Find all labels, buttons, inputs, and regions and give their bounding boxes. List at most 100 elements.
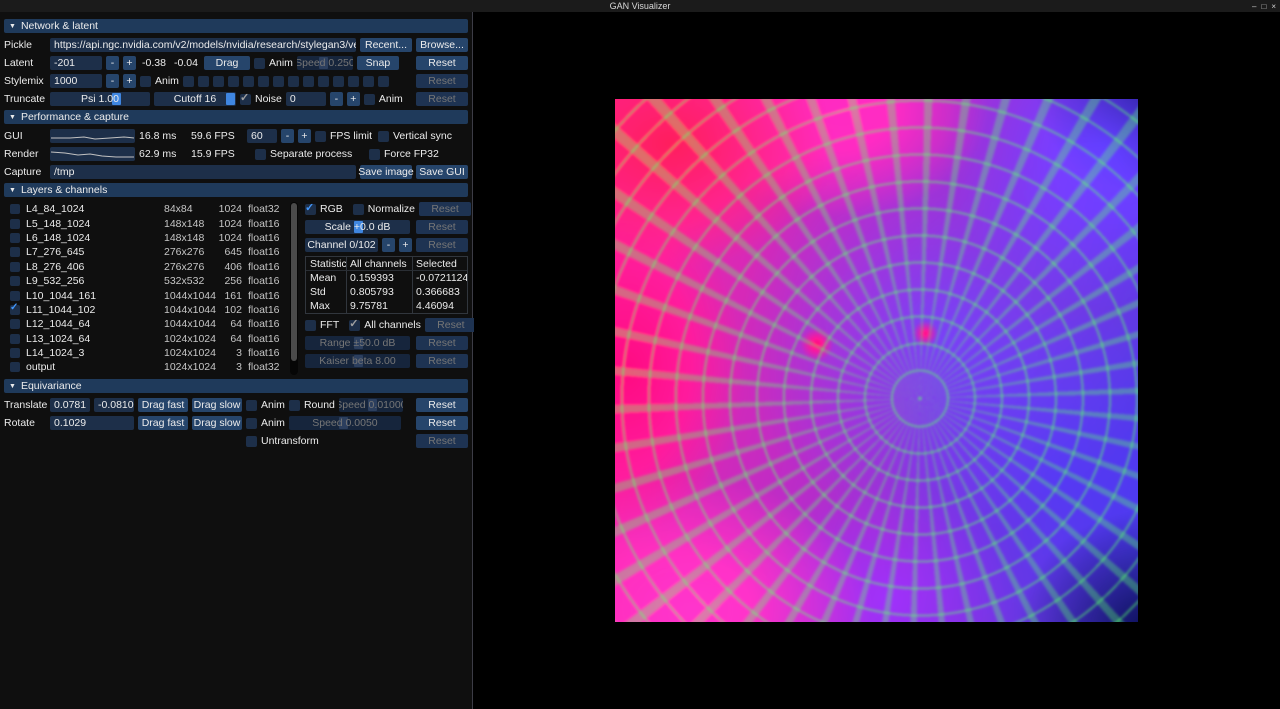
layer-checkbox[interactable] (10, 276, 20, 287)
latent-snap-button[interactable]: Snap (356, 56, 399, 70)
translate-round-checkbox[interactable] (288, 399, 300, 411)
noise-input[interactable]: 0 (285, 92, 326, 106)
latent-plus-button[interactable]: + (123, 56, 136, 70)
noise-plus-button[interactable]: + (346, 92, 360, 106)
layer-row[interactable]: L9_532_256 532x532 256 float16 (4, 274, 288, 288)
layer-checkbox[interactable] (10, 333, 20, 344)
capture-path-input[interactable]: /tmp (50, 165, 356, 179)
section-header-network-latent[interactable]: ▼ Network & latent (4, 19, 468, 33)
save-image-button[interactable]: Save image (358, 165, 414, 179)
layer-row[interactable]: L5_148_1024 148x148 1024 float16 (4, 216, 288, 230)
separate-process-checkbox[interactable] (255, 148, 266, 160)
translate-y-input[interactable]: -0.0810 (94, 398, 134, 412)
all-channels-checkbox[interactable] (349, 317, 361, 331)
rotate-angle-input[interactable]: 0.1029 (50, 416, 134, 430)
stylemix-layer-checkbox[interactable] (242, 75, 254, 87)
layer-checkbox[interactable] (10, 319, 20, 330)
layer-row[interactable]: L12_1044_64 1044x1044 64 float16 (4, 317, 288, 331)
layer-checkbox[interactable] (10, 362, 20, 373)
translate-x-input[interactable]: 0.0781 (50, 398, 90, 412)
rotate-reset-button[interactable]: Reset (416, 416, 468, 430)
vsync-checkbox[interactable] (378, 130, 389, 142)
close-icon[interactable]: × (1271, 2, 1276, 11)
stylemix-layer-checkbox[interactable] (362, 75, 374, 87)
layer-row[interactable]: L10_1044_161 1044x1044 161 float16 (4, 288, 288, 302)
layer-checkbox[interactable] (10, 232, 20, 243)
layer-row[interactable]: L14_1024_3 1024x1024 3 float16 (4, 346, 288, 360)
layer-checkbox[interactable] (10, 218, 20, 229)
stylemix-seed-input[interactable]: 1000 (50, 74, 102, 88)
channel-reset-button[interactable]: Reset (416, 238, 468, 252)
slider-grab[interactable] (226, 93, 236, 105)
section-header-performance[interactable]: ▼ Performance & capture (4, 110, 468, 124)
translate-reset-button[interactable]: Reset (416, 398, 468, 412)
pickle-url-input[interactable]: https://api.ngc.nvidia.com/v2/models/nvi… (50, 38, 356, 52)
layer-checkbox[interactable] (10, 348, 20, 359)
noise-enable-checkbox[interactable] (240, 91, 251, 105)
channel-drag[interactable]: Channel 0/102 (305, 238, 378, 252)
latent-y-value[interactable]: -0.04 (172, 57, 200, 69)
normalize-checkbox[interactable] (352, 203, 364, 215)
scrollbar-thumb[interactable] (291, 203, 297, 361)
layer-checkbox[interactable] (10, 247, 20, 258)
stylemix-layer-checkbox[interactable] (227, 75, 239, 87)
stylemix-layer-checkbox[interactable] (377, 75, 389, 87)
untransform-checkbox[interactable] (246, 435, 257, 447)
layer-row[interactable]: L4_84_1024 84x84 1024 float32 (4, 202, 288, 216)
rotate-drag-slow-button[interactable]: Drag slow (192, 416, 242, 430)
fps-minus-button[interactable]: - (281, 129, 294, 143)
fps-limit-checkbox[interactable] (315, 130, 326, 142)
layer-row[interactable]: L11_1044_102 1044x1044 102 float16 (4, 302, 288, 317)
translate-drag-slow-button[interactable]: Drag slow (192, 398, 242, 412)
stylemix-layer-checkbox[interactable] (272, 75, 284, 87)
layer-row[interactable]: L7_276_645 276x276 645 float16 (4, 245, 288, 259)
section-header-equivariance[interactable]: ▼ Equivariance (4, 379, 468, 393)
layer-checkbox[interactable] (10, 204, 20, 215)
rgb-checkbox[interactable] (305, 201, 316, 215)
rgb-reset-button[interactable]: Reset (419, 202, 472, 216)
fps-plus-button[interactable]: + (298, 129, 311, 143)
stylemix-layer-checkbox[interactable] (197, 75, 209, 87)
latent-anim-checkbox[interactable] (254, 57, 265, 69)
noise-anim-checkbox[interactable] (363, 93, 375, 105)
stylemix-layer-checkbox[interactable] (287, 75, 299, 87)
latent-x-value[interactable]: -0.38 (140, 57, 168, 69)
stylemix-anim-checkbox[interactable] (140, 75, 151, 87)
layer-checkbox[interactable] (10, 261, 20, 272)
stylemix-layer-checkbox[interactable] (257, 75, 269, 87)
cutoff-slider[interactable]: Cutoff 16 (154, 92, 236, 106)
force-fp32-checkbox[interactable] (369, 148, 380, 160)
stylemix-layer-checkbox[interactable] (212, 75, 224, 87)
layer-checkbox[interactable] (10, 302, 20, 315)
layer-row[interactable]: L8_276_406 276x276 406 float16 (4, 260, 288, 274)
scale-reset-button[interactable]: Reset (416, 220, 468, 234)
layer-list-scrollbar[interactable] (290, 202, 298, 375)
psi-slider[interactable]: Psi 1.00 (50, 92, 150, 106)
stylemix-layer-checkbox[interactable] (182, 75, 194, 87)
fps-limit-input[interactable]: 60 (247, 129, 277, 143)
fft-checkbox[interactable] (305, 319, 316, 331)
truncate-reset-button[interactable]: Reset (416, 92, 468, 106)
stylemix-minus-button[interactable]: - (106, 74, 119, 88)
stylemix-layer-checkbox[interactable] (347, 75, 359, 87)
translate-drag-fast-button[interactable]: Drag fast (138, 398, 188, 412)
section-header-layers[interactable]: ▼ Layers & channels (4, 183, 468, 197)
rotate-anim-checkbox[interactable] (246, 417, 257, 429)
stylemix-layer-checkbox[interactable] (317, 75, 329, 87)
noise-minus-button[interactable]: - (329, 92, 343, 106)
fft-reset-button[interactable]: Reset (424, 318, 477, 332)
save-gui-button[interactable]: Save GUI (416, 165, 468, 179)
channel-minus-button[interactable]: - (382, 238, 395, 252)
maximize-icon[interactable]: □ (1261, 2, 1266, 11)
stylemix-layer-checkbox[interactable] (302, 75, 314, 87)
layer-row[interactable]: L6_148_1024 148x148 1024 float16 (4, 231, 288, 245)
untransform-reset-button[interactable]: Reset (416, 434, 468, 448)
layer-checkbox[interactable] (10, 290, 20, 301)
latent-drag-button[interactable]: Drag (204, 56, 250, 70)
layer-row[interactable]: output 1024x1024 3 float32 (4, 360, 288, 374)
latent-minus-button[interactable]: - (106, 56, 119, 70)
rotate-drag-fast-button[interactable]: Drag fast (138, 416, 188, 430)
layer-row[interactable]: L13_1024_64 1024x1024 64 float16 (4, 332, 288, 346)
translate-anim-checkbox[interactable] (246, 399, 257, 411)
recent-button[interactable]: Recent... (360, 38, 412, 52)
